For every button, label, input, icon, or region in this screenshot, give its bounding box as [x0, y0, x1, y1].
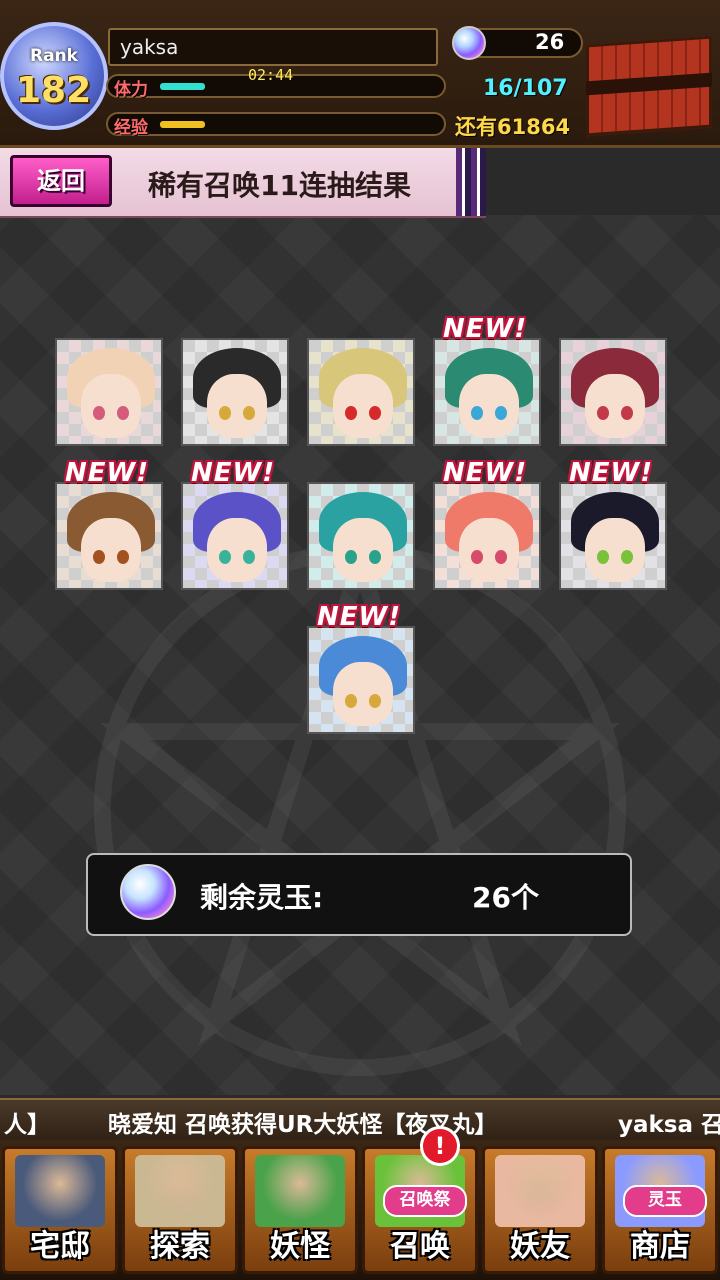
- nav-label: 召唤: [390, 1229, 450, 1264]
- exp-bar: 经验: [106, 112, 446, 138]
- character-card[interactable]: [559, 482, 667, 590]
- new-badge: NEW!: [191, 458, 276, 488]
- friend-girl-icon: [495, 1155, 585, 1227]
- character-face: [333, 662, 393, 726]
- character-eye: [597, 406, 609, 420]
- character-eye: [369, 694, 381, 708]
- scroll-icon: [255, 1155, 345, 1227]
- character-eye: [495, 550, 507, 564]
- character-eye: [93, 550, 105, 564]
- back-button[interactable]: 返回: [10, 155, 112, 207]
- nav-button[interactable]: 探索: [122, 1146, 238, 1274]
- character-eye: [369, 550, 381, 564]
- character-eye: [369, 406, 381, 420]
- remaining-orbs-value: 26个: [472, 881, 539, 914]
- character-face: [81, 518, 141, 582]
- character-eye: [243, 550, 255, 564]
- nav-button[interactable]: 妖怪: [242, 1146, 358, 1274]
- remaining-orbs-label: 剩余灵玉:: [200, 881, 324, 914]
- character-card[interactable]: [181, 338, 289, 446]
- character-card[interactable]: [55, 482, 163, 590]
- ticker-segment: yaksa 召: [618, 1112, 720, 1138]
- character-face: [207, 518, 267, 582]
- character-eye: [471, 406, 483, 420]
- magnifier-map-icon: [135, 1155, 225, 1227]
- new-badge: NEW!: [443, 314, 528, 344]
- character-card[interactable]: [433, 482, 541, 590]
- character-face: [81, 374, 141, 438]
- character-card[interactable]: [559, 338, 667, 446]
- stamina-timer: 02:44: [248, 66, 294, 84]
- new-badge: NEW!: [443, 458, 528, 488]
- nav-button[interactable]: 妖友: [482, 1146, 598, 1274]
- character-eye: [243, 406, 255, 420]
- character-eye: [621, 406, 633, 420]
- alert-badge: !: [420, 1126, 460, 1166]
- nav-button[interactable]: 宅邸: [2, 1146, 118, 1274]
- character-face: [207, 374, 267, 438]
- nav-label: 探索: [150, 1229, 210, 1264]
- character-face: [459, 518, 519, 582]
- character-face: [459, 374, 519, 438]
- spirit-orb-icon: [452, 26, 486, 60]
- new-badge: NEW!: [317, 602, 402, 632]
- character-eye: [117, 550, 129, 564]
- character-face: [585, 374, 645, 438]
- title-stripe-decoration: [456, 148, 486, 216]
- ticker-segment: 人】: [4, 1112, 50, 1138]
- character-card[interactable]: [307, 482, 415, 590]
- news-ticker: 人】 晓爱知 召唤获得UR大妖怪【夜叉丸】 yaksa 召: [0, 1098, 720, 1142]
- spirit-orb-icon: [120, 864, 176, 920]
- nav-label: 妖友: [510, 1229, 570, 1264]
- character-card[interactable]: [181, 482, 289, 590]
- character-card[interactable]: [55, 338, 163, 446]
- nav-button[interactable]: 灵玉商店: [602, 1146, 718, 1274]
- stamina-fill: [160, 83, 205, 90]
- character-card[interactable]: [307, 626, 415, 734]
- nav-tag: 灵玉: [623, 1185, 707, 1217]
- page-title: 稀有召唤11连抽结果: [148, 169, 411, 202]
- rank-badge[interactable]: Rank 182: [0, 22, 108, 130]
- new-badge: NEW!: [569, 458, 654, 488]
- character-eye: [495, 406, 507, 420]
- exp-fill: [160, 121, 205, 128]
- character-eye: [219, 406, 231, 420]
- exp-remaining: 还有61864: [455, 115, 571, 139]
- nav-label: 妖怪: [270, 1229, 330, 1264]
- character-eye: [621, 550, 633, 564]
- nav-button[interactable]: 召唤祭召唤: [362, 1146, 478, 1274]
- character-eye: [93, 406, 105, 420]
- treasure-chest-icon[interactable]: [586, 35, 712, 137]
- stamina-label: 体力: [114, 80, 148, 100]
- character-eye: [117, 406, 129, 420]
- character-eye: [219, 550, 231, 564]
- nav-tag: 召唤祭: [383, 1185, 467, 1217]
- player-name: yaksa: [108, 28, 438, 66]
- rank-label: Rank: [30, 46, 78, 66]
- character-eye: [345, 694, 357, 708]
- new-badge: NEW!: [65, 458, 150, 488]
- nav-label: 宅邸: [30, 1229, 90, 1264]
- character-card[interactable]: [307, 338, 415, 446]
- orb-count: 26: [535, 30, 565, 54]
- exp-label: 经验: [114, 118, 148, 138]
- character-eye: [345, 550, 357, 564]
- character-eye: [471, 550, 483, 564]
- character-card[interactable]: [433, 338, 541, 446]
- character-eye: [597, 550, 609, 564]
- character-face: [333, 374, 393, 438]
- character-face: [585, 518, 645, 582]
- character-eye: [345, 406, 357, 420]
- character-face: [333, 518, 393, 582]
- mansion-icon: [15, 1155, 105, 1227]
- stamina-count: 16/107: [483, 76, 568, 101]
- rank-value: 182: [16, 70, 92, 111]
- nav-label: 商店: [630, 1229, 690, 1264]
